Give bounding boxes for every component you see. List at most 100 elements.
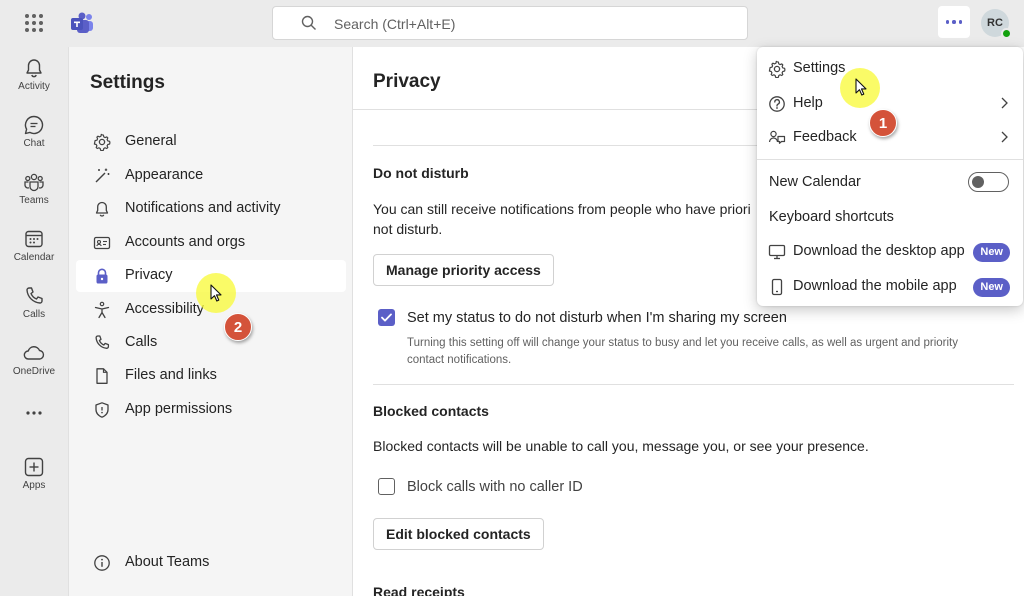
- monitor-icon: [768, 244, 786, 260]
- chevron-right-icon: [1001, 131, 1008, 143]
- menu-item-settings[interactable]: Settings: [757, 52, 1023, 86]
- settings-item-calls[interactable]: Calls: [76, 327, 346, 359]
- divider: [373, 384, 1014, 385]
- gear-icon: [93, 133, 111, 151]
- rail-item-apps[interactable]: Apps: [0, 456, 68, 491]
- settings-item-label: Accessibility: [125, 301, 204, 317]
- search-box[interactable]: Search (Ctrl+Alt+E): [272, 6, 748, 40]
- settings-item-label: Files and links: [125, 367, 217, 383]
- teams-icon: [24, 173, 44, 192]
- settings-item-general[interactable]: General: [76, 126, 346, 158]
- rail-label: Apps: [22, 480, 46, 491]
- read-receipts-heading: Read receipts: [373, 584, 465, 596]
- settings-nav-panel: Settings General Appearance Notification…: [68, 47, 353, 596]
- rail-item-chat[interactable]: Chat: [0, 114, 68, 149]
- settings-item-label: About Teams: [125, 554, 210, 570]
- manage-priority-access-button[interactable]: Manage priority access: [373, 254, 554, 286]
- rail-label: Activity: [18, 81, 50, 92]
- toggle-knob: [972, 176, 984, 188]
- rail-item-calendar[interactable]: Calendar: [0, 228, 68, 263]
- step-marker-1: 1: [869, 109, 897, 137]
- presence-available-icon: [1001, 28, 1012, 39]
- rail-item-onedrive[interactable]: OneDrive: [0, 342, 68, 377]
- menu-item-label: Feedback: [793, 129, 857, 145]
- page-title: Privacy: [373, 71, 441, 92]
- rail-label: Calendar: [13, 252, 55, 263]
- more-options-menu: Settings Help Feedback New Calendar Keyb…: [757, 47, 1023, 306]
- document-icon: [96, 368, 108, 384]
- phone-icon: [26, 287, 43, 304]
- app-rail: Activity Chat Teams Calendar Calls OneDr…: [0, 47, 68, 596]
- settings-item-label: Privacy: [125, 267, 173, 283]
- feedback-icon: [768, 130, 786, 144]
- dnd-description-line1: You can still receive notifications from…: [373, 201, 751, 217]
- menu-item-label: Download the mobile app: [793, 278, 957, 294]
- dnd-screen-share-hint-line1: Turning this setting off will change you…: [407, 337, 959, 349]
- block-no-caller-id-label: Block calls with no caller ID: [407, 479, 583, 495]
- menu-item-label: Settings: [793, 60, 846, 76]
- title-bar: Search (Ctrl+Alt+E) RC: [0, 0, 1024, 47]
- avatar-initials: RC: [987, 17, 1003, 29]
- lock-icon: [96, 268, 108, 284]
- settings-item-appearance[interactable]: Appearance: [76, 160, 346, 192]
- chat-icon: [24, 115, 44, 135]
- settings-item-notifications[interactable]: Notifications and activity: [76, 193, 346, 225]
- settings-item-about[interactable]: About Teams: [76, 547, 346, 579]
- blocked-contacts-description: Blocked contacts will be unable to call …: [373, 438, 869, 454]
- search-placeholder: Search (Ctrl+Alt+E): [334, 16, 456, 32]
- add-app-icon: [24, 457, 44, 477]
- menu-item-label: Keyboard shortcuts: [769, 209, 894, 225]
- settings-title: Settings: [90, 72, 165, 93]
- phone-icon: [95, 335, 110, 349]
- wand-icon: [95, 168, 110, 183]
- menu-divider: [757, 159, 1023, 160]
- mouse-cursor-icon: [210, 284, 222, 302]
- id-card-icon: [93, 236, 111, 250]
- dnd-description-line2: not disturb.: [373, 221, 443, 237]
- mobile-phone-icon: [771, 278, 783, 296]
- settings-item-label: Appearance: [125, 167, 204, 183]
- block-no-caller-id-checkbox[interactable]: [378, 478, 395, 495]
- settings-item-app-permissions[interactable]: App permissions: [76, 394, 346, 426]
- dnd-screen-share-hint-line2: contact notifications.: [407, 354, 512, 366]
- bell-icon: [95, 201, 109, 217]
- settings-item-label: App permissions: [125, 401, 233, 417]
- new-badge: New: [973, 278, 1010, 297]
- settings-item-label: Notifications and activity: [125, 200, 281, 216]
- more-horizontal-icon: [26, 411, 42, 415]
- teams-logo-icon: [71, 12, 93, 33]
- dnd-heading: Do not disturb: [373, 165, 469, 181]
- rail-label: OneDrive: [12, 366, 56, 377]
- menu-item-download-desktop[interactable]: Download the desktop app New: [757, 235, 1023, 269]
- settings-item-files[interactable]: Files and links: [76, 360, 346, 392]
- settings-item-accounts[interactable]: Accounts and orgs: [76, 227, 346, 259]
- avatar[interactable]: RC: [981, 9, 1012, 39]
- rail-label: Teams: [19, 195, 49, 206]
- cloud-icon: [23, 346, 45, 360]
- more-options-button[interactable]: [938, 6, 970, 38]
- menu-item-label: Help: [793, 95, 823, 111]
- blocked-contacts-heading: Blocked contacts: [373, 403, 489, 419]
- rail-more-apps-button[interactable]: [0, 408, 68, 418]
- settings-item-label: Accounts and orgs: [125, 234, 246, 250]
- new-calendar-toggle[interactable]: [968, 172, 1009, 192]
- rail-item-activity[interactable]: Activity: [0, 57, 68, 92]
- rail-item-calls[interactable]: Calls: [0, 285, 68, 320]
- step-marker-2: 2: [224, 313, 252, 341]
- accessibility-icon: [94, 301, 110, 319]
- search-icon: [301, 15, 316, 30]
- settings-item-label: Calls: [125, 334, 158, 350]
- rail-label: Chat: [23, 138, 45, 149]
- menu-item-download-mobile[interactable]: Download the mobile app New: [757, 270, 1023, 304]
- mouse-cursor-icon: [855, 78, 867, 96]
- settings-item-label: General: [125, 133, 177, 149]
- menu-item-keyboard-shortcuts[interactable]: Keyboard shortcuts: [757, 201, 1023, 235]
- shield-icon: [95, 402, 109, 418]
- app-launcher-icon[interactable]: [25, 14, 43, 32]
- chevron-right-icon: [1001, 97, 1008, 109]
- rail-item-teams[interactable]: Teams: [0, 171, 68, 206]
- edit-blocked-contacts-button[interactable]: Edit blocked contacts: [373, 518, 544, 550]
- dnd-screen-share-checkbox[interactable]: [378, 309, 395, 326]
- dnd-screen-share-label: Set my status to do not disturb when I'm…: [407, 310, 787, 326]
- question-icon: [769, 96, 785, 112]
